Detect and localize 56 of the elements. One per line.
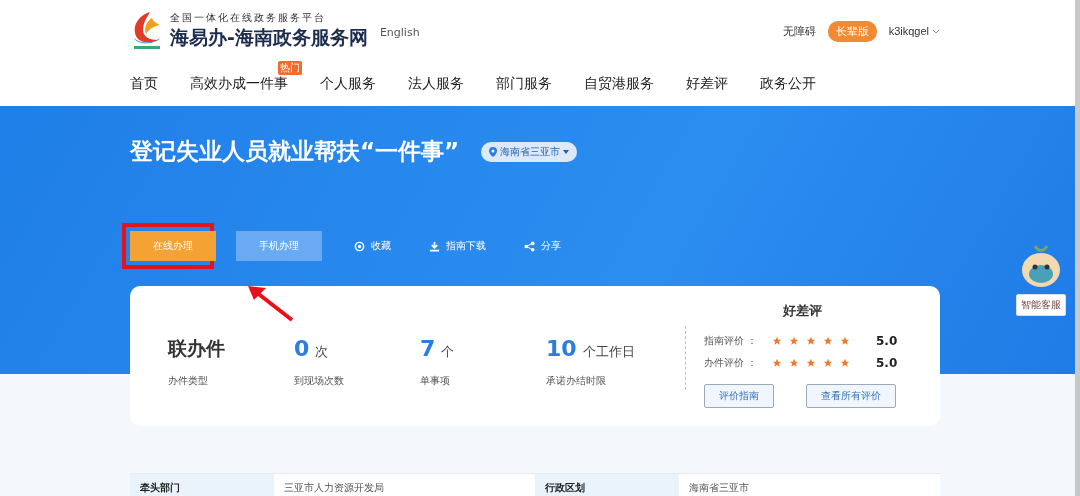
stat-label: 到现场次数 bbox=[294, 374, 345, 388]
arrow-annotation bbox=[246, 284, 296, 324]
rating-button[interactable]: 查看所有评价 bbox=[806, 384, 896, 408]
table-header-cell: 牵头部门 bbox=[130, 474, 274, 496]
stat-label: 办件类型 bbox=[168, 374, 209, 388]
share-icon bbox=[524, 240, 535, 252]
star-icon bbox=[823, 358, 833, 368]
download-link[interactable]: 指南下载 bbox=[429, 239, 486, 253]
language-link[interactable]: English bbox=[379, 26, 420, 39]
stat-value: 10 bbox=[546, 336, 577, 361]
chevron-down-icon bbox=[932, 28, 940, 34]
stat-unit: 个 bbox=[441, 343, 455, 361]
location-pin-icon bbox=[489, 146, 498, 157]
nav-item[interactable]: 首页 bbox=[130, 75, 158, 93]
star-icon bbox=[840, 336, 850, 346]
star-icon bbox=[806, 358, 816, 368]
rating-label: 指南评价 ： bbox=[704, 334, 759, 348]
nav-item[interactable]: 部门服务 bbox=[496, 75, 552, 93]
star-icon bbox=[840, 358, 850, 368]
rating-title: 好差评 bbox=[782, 302, 822, 320]
stat-value: 7 bbox=[420, 336, 436, 361]
hot-badge: 热门 bbox=[278, 61, 302, 75]
download-icon bbox=[429, 240, 440, 252]
star-icon bbox=[789, 358, 799, 368]
stat-value: 联办件 bbox=[168, 336, 226, 361]
stat-value: 0 bbox=[294, 336, 310, 361]
stat-unit: 个工作日 bbox=[582, 343, 635, 361]
table-header-cell: 行政区划 bbox=[535, 474, 679, 496]
star-icon bbox=[772, 358, 782, 368]
rating-score: 5.0 bbox=[876, 334, 898, 348]
smart-service-button[interactable]: 智能客服 bbox=[1016, 294, 1066, 316]
page-title: 登记失业人员就业帮扶“一件事” bbox=[130, 137, 460, 166]
rating-score: 5.0 bbox=[876, 356, 898, 370]
rating-button[interactable]: 评价指南 bbox=[704, 384, 774, 408]
stat-label: 承诺办结时限 bbox=[546, 374, 607, 388]
star-icon bbox=[823, 336, 833, 346]
caret-icon bbox=[563, 149, 570, 154]
favorite-link[interactable]: 收藏 bbox=[354, 239, 391, 253]
stat-label: 单事项 bbox=[420, 374, 451, 388]
user-menu[interactable]: k3ikqgel bbox=[888, 25, 940, 37]
nav-item[interactable]: 法人服务 bbox=[408, 75, 464, 93]
nav-item[interactable]: 高效办成一件事 bbox=[190, 75, 288, 93]
rating-label: 办件评价 ： bbox=[704, 356, 759, 370]
site-name: 海易办-海南政务服务网 bbox=[170, 25, 368, 50]
ring-icon bbox=[354, 240, 365, 252]
star-icon bbox=[789, 336, 799, 346]
stat-unit: 次 bbox=[315, 343, 329, 361]
nav-item[interactable]: 政务公开 bbox=[760, 75, 816, 93]
region-selector[interactable]: 海南省三亚市 bbox=[481, 141, 578, 162]
site-slogan: 全国一体化在线政务服务平台 bbox=[170, 11, 327, 25]
nav-item[interactable]: 个人服务 bbox=[320, 75, 376, 93]
nav-item[interactable]: 自贸港服务 bbox=[584, 75, 654, 93]
accessibility-link[interactable]: 无障碍 bbox=[782, 23, 816, 39]
star-icon bbox=[806, 336, 816, 346]
star-icon bbox=[772, 336, 782, 346]
nav-item[interactable]: 好差评 bbox=[686, 75, 728, 93]
